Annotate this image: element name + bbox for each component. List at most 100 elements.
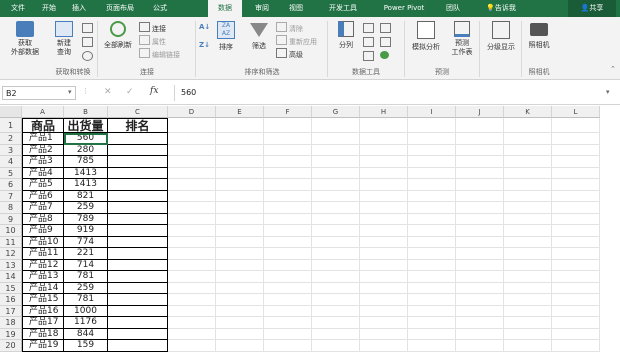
grid-cell[interactable] <box>408 259 456 271</box>
grid-cell[interactable] <box>360 167 408 179</box>
grid-cell[interactable] <box>108 340 168 352</box>
remove-duplicates-button[interactable] <box>363 37 376 48</box>
name-box-dropdown-icon[interactable]: ▾ <box>68 88 72 96</box>
row-header[interactable]: 1 <box>0 118 22 133</box>
column-header-f[interactable]: F <box>264 106 312 118</box>
grid-cell[interactable] <box>264 118 312 133</box>
table-cell[interactable]: 产品1 <box>22 133 64 145</box>
table-cell[interactable]: 产品6 <box>22 190 64 202</box>
what-if-analysis-button[interactable]: 模拟分析 <box>407 21 445 52</box>
grid-cell[interactable] <box>108 213 168 225</box>
grid-cell[interactable] <box>552 144 600 156</box>
row-header[interactable]: 11 <box>0 236 22 248</box>
grid-cell[interactable] <box>504 213 552 225</box>
sort-button[interactable]: ZA AZ 排序 <box>214 21 238 52</box>
grid-cell[interactable] <box>168 328 216 340</box>
table-cell[interactable]: 产品19 <box>22 340 64 352</box>
grid-cell[interactable] <box>312 225 360 237</box>
row-header[interactable]: 4 <box>0 156 22 168</box>
insert-function-icon[interactable]: fx <box>150 86 158 96</box>
grid-cell[interactable] <box>360 236 408 248</box>
grid-cell[interactable] <box>264 236 312 248</box>
grid-cell[interactable] <box>504 202 552 214</box>
grid-cell[interactable] <box>408 248 456 260</box>
table-cell[interactable]: 产品8 <box>22 213 64 225</box>
grid-cell[interactable] <box>168 236 216 248</box>
grid-cell[interactable] <box>360 179 408 191</box>
grid-cell[interactable] <box>168 213 216 225</box>
table-cell[interactable]: 1413 <box>64 179 108 191</box>
table-cell[interactable]: 821 <box>64 190 108 202</box>
grid-cell[interactable] <box>408 118 456 133</box>
grid-cell[interactable] <box>312 190 360 202</box>
grid-cell[interactable] <box>552 118 600 133</box>
tab-formulas[interactable]: 公式 <box>146 0 174 17</box>
grid-cell[interactable] <box>216 248 264 260</box>
row-header[interactable]: 6 <box>0 179 22 191</box>
grid-cell[interactable] <box>168 118 216 133</box>
edit-links-button[interactable]: 编辑链接 <box>139 48 180 60</box>
grid-cell[interactable] <box>552 259 600 271</box>
consolidate-button[interactable] <box>380 23 393 34</box>
flash-fill-button[interactable] <box>363 23 376 34</box>
tab-insert[interactable]: 插入 <box>66 0 92 17</box>
grid-cell[interactable] <box>360 118 408 133</box>
grid-cell[interactable] <box>168 248 216 260</box>
grid-cell[interactable] <box>408 282 456 294</box>
grid-cell[interactable] <box>216 167 264 179</box>
table-cell[interactable]: 产品13 <box>22 271 64 283</box>
column-header-b[interactable]: B <box>64 106 108 118</box>
grid-cell[interactable] <box>168 144 216 156</box>
grid-cell[interactable] <box>168 282 216 294</box>
grid-cell[interactable] <box>108 236 168 248</box>
grid-cell[interactable] <box>456 202 504 214</box>
grid-cell[interactable] <box>456 179 504 191</box>
grid-cell[interactable] <box>504 271 552 283</box>
tell-me-box[interactable]: 💡告诉我 <box>478 0 524 17</box>
grid-cell[interactable] <box>216 317 264 329</box>
grid-cell[interactable] <box>456 340 504 352</box>
grid-cell[interactable] <box>108 156 168 168</box>
row-header[interactable]: 14 <box>0 271 22 283</box>
grid-cell[interactable] <box>312 248 360 260</box>
worksheet-grid[interactable]: ABCDEFGHIJKL 1 商品 出货量 排名 2 产品1 560 3 产品2 280 4 产品3 7… <box>0 106 620 357</box>
name-box[interactable]: B2 <box>2 86 76 100</box>
grid-cell[interactable] <box>216 213 264 225</box>
grid-cell[interactable] <box>456 305 504 317</box>
table-cell[interactable]: 159 <box>64 340 108 352</box>
grid-cell[interactable] <box>108 271 168 283</box>
grid-cell[interactable] <box>168 294 216 306</box>
grid-cell[interactable] <box>360 213 408 225</box>
grid-cell[interactable] <box>264 179 312 191</box>
forecast-sheet-button[interactable]: 预测 工作表 <box>447 21 477 57</box>
grid-cell[interactable] <box>456 236 504 248</box>
grid-cell[interactable] <box>264 294 312 306</box>
grid-cell[interactable] <box>264 144 312 156</box>
tab-team[interactable]: 团队 <box>440 0 466 17</box>
grid-cell[interactable] <box>312 213 360 225</box>
table-cell[interactable]: 产品17 <box>22 317 64 329</box>
row-header[interactable]: 20 <box>0 340 22 352</box>
table-cell[interactable]: 781 <box>64 271 108 283</box>
grid-cell[interactable] <box>168 340 216 352</box>
grid-cell[interactable] <box>504 190 552 202</box>
advanced-filter-button[interactable]: 高级 <box>276 48 303 60</box>
table-cell[interactable]: 产品3 <box>22 156 64 168</box>
grid-cell[interactable] <box>264 259 312 271</box>
grid-cell[interactable] <box>456 317 504 329</box>
grid-cell[interactable] <box>504 236 552 248</box>
grid-cell[interactable] <box>504 328 552 340</box>
sort-ascending-icon[interactable]: A↓ <box>199 23 210 31</box>
grid-cell[interactable] <box>456 328 504 340</box>
relationships-button[interactable] <box>380 37 393 48</box>
grid-cell[interactable] <box>312 317 360 329</box>
grid-cell[interactable] <box>108 144 168 156</box>
grid-cell[interactable] <box>264 340 312 352</box>
table-cell[interactable]: 1176 <box>64 317 108 329</box>
grid-cell[interactable] <box>168 179 216 191</box>
formula-input[interactable]: 560 <box>174 85 619 101</box>
grid-cell[interactable] <box>264 225 312 237</box>
grid-cell[interactable] <box>552 179 600 191</box>
grid-cell[interactable] <box>216 305 264 317</box>
grid-cell[interactable] <box>456 259 504 271</box>
